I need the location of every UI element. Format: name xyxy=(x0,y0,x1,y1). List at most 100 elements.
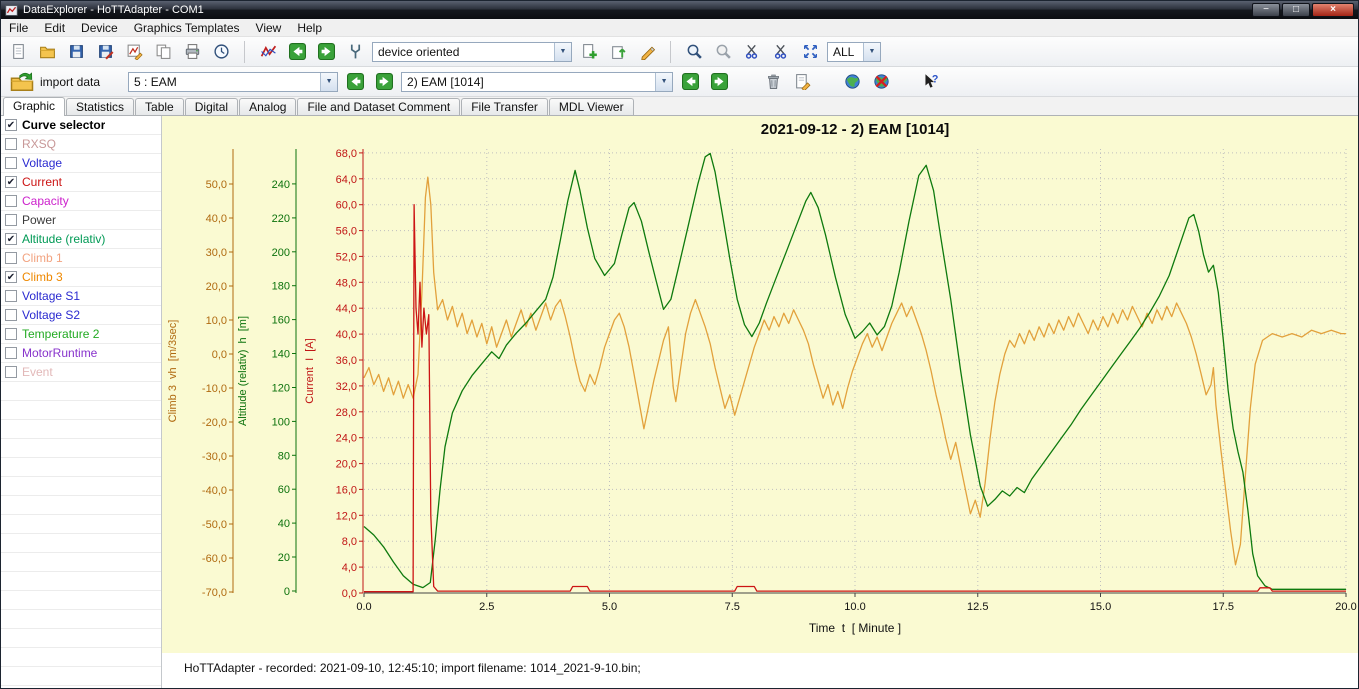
menu-help[interactable]: Help xyxy=(289,20,330,36)
svg-text:60: 60 xyxy=(278,484,290,496)
menu-bar: FileEditDeviceGraphics TemplatesViewHelp xyxy=(1,19,1358,37)
tab-analog[interactable]: Analog xyxy=(239,98,296,115)
curve-checkbox-power[interactable] xyxy=(5,214,17,226)
curve-row-climb-3[interactable]: ✔Climb 3 xyxy=(1,268,161,287)
arrow-right-icon xyxy=(711,73,728,90)
tab-file-and-dataset-comment[interactable]: File and Dataset Comment xyxy=(297,98,460,115)
svg-text:32,0: 32,0 xyxy=(336,381,357,393)
curve-row-power[interactable]: Power xyxy=(1,211,161,230)
edit-comment-button[interactable] xyxy=(790,70,814,94)
close-button[interactable]: × xyxy=(1312,3,1354,17)
template-add-button[interactable] xyxy=(577,40,601,64)
curve-checkbox-climb-3[interactable]: ✔ xyxy=(5,271,17,283)
svg-text:180: 180 xyxy=(272,281,290,293)
curve-label-motorruntime: MotorRuntime xyxy=(22,346,97,360)
curve-checkbox-current[interactable]: ✔ xyxy=(5,176,17,188)
minimize-button[interactable]: − xyxy=(1252,3,1280,17)
curve-row-voltage-s2[interactable]: Voltage S2 xyxy=(1,306,161,325)
graphics-forward-button[interactable] xyxy=(314,40,338,64)
curve-checkbox-event[interactable] xyxy=(5,366,17,378)
svg-text:0: 0 xyxy=(284,586,290,598)
empty-row xyxy=(1,515,161,534)
dropdown-arrow-icon[interactable]: ▼ xyxy=(320,73,337,91)
zoom-off-button[interactable] xyxy=(711,40,735,64)
curve-row-current[interactable]: ✔Current xyxy=(1,173,161,192)
template-edit-button[interactable] xyxy=(635,40,659,64)
import-data-button[interactable]: import data xyxy=(6,68,104,96)
chart-canvas[interactable]: 0.02.55.07.510.012.515.017.520.0Time t [… xyxy=(162,116,1358,653)
curve-checkbox-temperature-2[interactable] xyxy=(5,328,17,340)
open-file-button[interactable] xyxy=(35,40,59,64)
curve-selector-checkbox[interactable]: ✔ xyxy=(5,119,17,131)
svg-text:160: 160 xyxy=(272,315,290,327)
curve-label-voltage: Voltage xyxy=(22,156,62,170)
curve-checkbox-climb-1[interactable] xyxy=(5,252,17,264)
measurement-combo[interactable]: ALL▼ xyxy=(827,42,881,62)
graphics-back-button[interactable] xyxy=(285,40,309,64)
recordset-prev-button[interactable] xyxy=(678,70,702,94)
edit-graphics-template-button[interactable] xyxy=(122,40,146,64)
menu-device[interactable]: Device xyxy=(73,20,126,36)
fit-into-window-button[interactable] xyxy=(798,40,822,64)
save-file-as-button[interactable] xyxy=(93,40,117,64)
menu-file[interactable]: File xyxy=(1,20,36,36)
curve-row-capacity[interactable]: Capacity xyxy=(1,192,161,211)
time-format-button[interactable] xyxy=(209,40,233,64)
curve-row-event[interactable]: Event xyxy=(1,363,161,382)
cut-right-button[interactable] xyxy=(769,40,793,64)
recordset-next-button[interactable] xyxy=(707,70,731,94)
print-button[interactable] xyxy=(180,40,204,64)
tab-table[interactable]: Table xyxy=(135,98,184,115)
cut-left-button[interactable] xyxy=(740,40,764,64)
curve-row-rxsq[interactable]: RXSQ xyxy=(1,135,161,154)
dropdown-arrow-icon[interactable]: ▼ xyxy=(554,43,571,61)
curve-row-altitude-relativ[interactable]: ✔Altitude (relativ) xyxy=(1,230,161,249)
delete-recordset-button[interactable] xyxy=(761,70,785,94)
zoom-window-button[interactable] xyxy=(682,40,706,64)
curve-selector-header-row[interactable]: ✔ Curve selector xyxy=(1,116,161,135)
tab-file-transfer[interactable]: File Transfer xyxy=(461,98,548,115)
new-file-button[interactable] xyxy=(6,40,30,64)
tab-digital[interactable]: Digital xyxy=(185,98,238,115)
curve-row-voltage-s1[interactable]: Voltage S1 xyxy=(1,287,161,306)
template-combo[interactable]: device oriented▼ xyxy=(372,42,572,62)
menu-graphics-templates[interactable]: Graphics Templates xyxy=(126,20,248,36)
smoothing-button[interactable] xyxy=(343,40,367,64)
google-earth-config-button[interactable] xyxy=(869,70,893,94)
toolbar-main: device oriented▼ ALL▼ xyxy=(1,37,1358,67)
tab-mdl-viewer[interactable]: MDL Viewer xyxy=(549,98,634,115)
empty-row xyxy=(1,420,161,439)
curve-checkbox-voltage-s1[interactable] xyxy=(5,290,17,302)
template-export-button[interactable] xyxy=(606,40,630,64)
maximize-button[interactable]: □ xyxy=(1282,3,1310,17)
curve-row-climb-1[interactable]: Climb 1 xyxy=(1,249,161,268)
dropdown-arrow-icon[interactable]: ▼ xyxy=(655,73,672,91)
curve-checkbox-altitude-relativ[interactable]: ✔ xyxy=(5,233,17,245)
tab-graphic[interactable]: Graphic xyxy=(3,97,65,116)
device-next-button[interactable] xyxy=(372,70,396,94)
curve-row-temperature-2[interactable]: Temperature 2 xyxy=(1,325,161,344)
tab-statistics[interactable]: Statistics xyxy=(66,98,134,115)
svg-text:240: 240 xyxy=(272,179,290,191)
curve-row-voltage[interactable]: Voltage xyxy=(1,154,161,173)
curve-selector-header-label: Curve selector xyxy=(22,118,105,132)
recordset-combo[interactable]: 2) EAM [1014]▼ xyxy=(401,72,673,92)
google-earth-export-button[interactable] xyxy=(840,70,864,94)
save-file-button[interactable] xyxy=(64,40,88,64)
copy-view-button[interactable] xyxy=(151,40,175,64)
curve-row-motorruntime[interactable]: MotorRuntime xyxy=(1,344,161,363)
curve-checkbox-voltage-s2[interactable] xyxy=(5,309,17,321)
chart-pen-icon xyxy=(126,43,143,60)
empty-row xyxy=(1,458,161,477)
device-combo[interactable]: 5 : EAM▼ xyxy=(128,72,338,92)
curve-checkbox-motorruntime[interactable] xyxy=(5,347,17,359)
curve-checkbox-capacity[interactable] xyxy=(5,195,17,207)
menu-view[interactable]: View xyxy=(248,20,290,36)
device-prev-button[interactable] xyxy=(343,70,367,94)
menu-edit[interactable]: Edit xyxy=(36,20,73,36)
dropdown-arrow-icon[interactable]: ▼ xyxy=(863,43,880,61)
curve-checkbox-rxsq[interactable] xyxy=(5,138,17,150)
curve-selector-toggle-button[interactable] xyxy=(256,40,280,64)
context-help-button[interactable]: ? xyxy=(917,70,941,94)
curve-checkbox-voltage[interactable] xyxy=(5,157,17,169)
